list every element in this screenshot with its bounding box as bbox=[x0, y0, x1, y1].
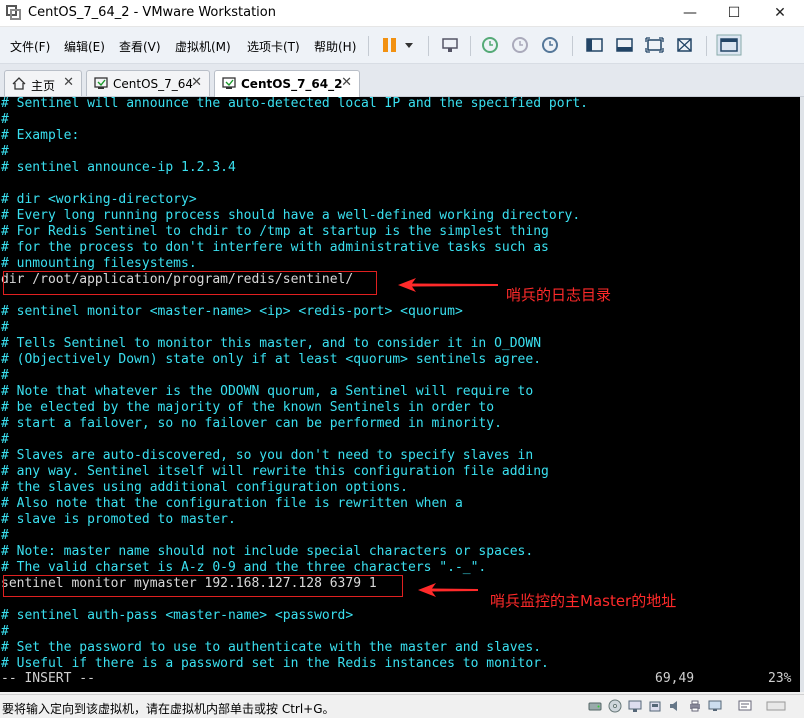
full-screen-icon[interactable] bbox=[644, 35, 666, 55]
file-percent: 23% bbox=[768, 671, 792, 686]
tab-label: 主页 bbox=[31, 79, 56, 93]
terminal-line: # start a failover, so no failover can b… bbox=[1, 416, 502, 431]
message-log-icon[interactable] bbox=[738, 699, 752, 713]
close-tab-icon[interactable]: ✕ bbox=[341, 75, 352, 90]
terminal-line: # For Redis Sentinel to chdir to /tmp at… bbox=[1, 224, 549, 239]
terminal-line: # sentinel auth-pass <master-name> <pass… bbox=[1, 608, 354, 623]
tab-label: CentOS_7_64 bbox=[113, 77, 194, 91]
annotation-monitor: 哨兵监控的主Master的地址 bbox=[490, 592, 677, 610]
menu-edit[interactable]: 编辑(E) bbox=[64, 38, 105, 55]
terminal-line: # Set the password to use to authenticat… bbox=[1, 640, 542, 655]
window-title: CentOS_7_64_2 - VMware Workstation bbox=[28, 5, 276, 20]
tab-bar: 主页 ✕ CentOS_7_64 ✕ CentOS_7_64_2 ✕ bbox=[0, 64, 804, 97]
close-tab-icon[interactable]: ✕ bbox=[63, 75, 74, 90]
unity-icon[interactable] bbox=[674, 35, 696, 55]
terminal-line: # Also note that the configuration file … bbox=[1, 496, 463, 511]
terminal-line: # Note: master name should not include s… bbox=[1, 544, 534, 559]
revert-snapshot-icon[interactable] bbox=[510, 35, 532, 55]
toolbar-separator bbox=[572, 36, 573, 56]
menu-file[interactable]: 文件(F) bbox=[10, 38, 50, 55]
hard-disk-icon[interactable] bbox=[588, 699, 602, 713]
menu-tabs[interactable]: 选项卡(T) bbox=[247, 38, 300, 55]
snapshot-icon[interactable] bbox=[480, 35, 502, 55]
cursor-position: 69,49 bbox=[655, 671, 695, 686]
toolbar-separator bbox=[706, 36, 707, 56]
terminal-line: # unmounting filesystems. bbox=[1, 256, 197, 271]
maximize-button[interactable]: ☐ bbox=[714, 0, 754, 26]
terminal-line: # slave is promoted to master. bbox=[1, 512, 236, 527]
terminal-line: # bbox=[1, 528, 9, 543]
status-indicator-icon bbox=[766, 701, 786, 711]
tab-label: CentOS_7_64_2 bbox=[241, 77, 343, 91]
terminal-line: # Useful if there is a password set in t… bbox=[1, 656, 549, 671]
display-icon[interactable] bbox=[708, 699, 722, 713]
pause-icon[interactable] bbox=[380, 35, 402, 55]
toolbar-separator bbox=[428, 36, 429, 56]
terminal-line: # for the process to don't interfere wit… bbox=[1, 240, 549, 255]
title-bar: CentOS_7_64_2 - VMware Workstation — ☐ ✕ bbox=[0, 0, 804, 27]
toolbar-separator bbox=[368, 36, 369, 56]
power-dropdown-icon[interactable] bbox=[402, 35, 416, 55]
terminal-line: # any way. Sentinel itself will rewrite … bbox=[1, 464, 549, 479]
status-bar: 要将输入定向到该虚拟机，请在虚拟机内部单击或按 Ctrl+G。 bbox=[0, 694, 804, 718]
terminal-line: # Sentinel will announce the auto-detect… bbox=[1, 97, 588, 111]
tab-centos-7-64-2[interactable]: CentOS_7_64_2 ✕ bbox=[214, 70, 360, 97]
annotation-dir: 哨兵的日志目录 bbox=[506, 286, 612, 304]
terminal-line: # Example: bbox=[1, 128, 80, 143]
vm-console[interactable]: # Sentinel will announce the auto-detect… bbox=[0, 97, 800, 692]
minimize-button[interactable]: — bbox=[670, 0, 710, 26]
status-message: 要将输入定向到该虚拟机，请在虚拟机内部单击或按 Ctrl+G。 bbox=[2, 702, 335, 716]
terminal-line: # Slaves are auto-discovered, so you don… bbox=[1, 448, 534, 463]
menu-toolbar: 文件(F) 编辑(E) 查看(V) 虚拟机(M) 选项卡(T) 帮助(H) bbox=[0, 27, 804, 64]
terminal-line: # bbox=[1, 368, 9, 383]
network-adapter-icon[interactable] bbox=[628, 699, 642, 713]
close-button[interactable]: ✕ bbox=[760, 0, 800, 26]
sound-card-icon[interactable] bbox=[668, 699, 682, 713]
printer-icon[interactable] bbox=[688, 699, 702, 713]
toolbar-separator bbox=[470, 36, 471, 56]
tab-home[interactable]: 主页 ✕ bbox=[4, 70, 82, 96]
vim-mode-indicator: -- INSERT -- bbox=[1, 671, 95, 686]
terminal-line: # Tells Sentinel to monitor this master,… bbox=[1, 336, 542, 351]
terminal-line: # be elected by the majority of the know… bbox=[1, 400, 495, 415]
snapshot-manager-icon[interactable] bbox=[540, 35, 562, 55]
terminal-line: # Every long running process should have… bbox=[1, 208, 581, 223]
menu-vm[interactable]: 虚拟机(M) bbox=[175, 38, 231, 55]
arrow-left-icon bbox=[398, 278, 498, 292]
terminal-line: # bbox=[1, 320, 9, 335]
vm-icon bbox=[94, 77, 108, 89]
terminal-line: # sentinel announce-ip 1.2.3.4 bbox=[1, 160, 236, 175]
vmware-logo-icon bbox=[6, 5, 21, 20]
cd-dvd-icon[interactable] bbox=[608, 699, 622, 713]
terminal-line: # sentinel monitor <master-name> <ip> <r… bbox=[1, 304, 463, 319]
arrow-left-icon bbox=[418, 583, 478, 597]
console-right-edge bbox=[800, 97, 804, 692]
terminal-line: # The valid charset is A-z 0-9 and the t… bbox=[1, 560, 487, 575]
send-ctrl-alt-del-icon[interactable] bbox=[440, 35, 462, 55]
menu-help[interactable]: 帮助(H) bbox=[314, 38, 356, 55]
terminal-line: # bbox=[1, 112, 9, 127]
console-view-icon[interactable] bbox=[716, 34, 742, 56]
highlight-box-monitor bbox=[3, 575, 403, 597]
home-icon bbox=[12, 77, 26, 90]
menu-view[interactable]: 查看(V) bbox=[119, 38, 161, 55]
terminal-line: # (Objectively Down) state only if at le… bbox=[1, 352, 542, 367]
tab-centos-7-64[interactable]: CentOS_7_64 ✕ bbox=[86, 70, 210, 96]
usb-icon[interactable] bbox=[648, 699, 662, 713]
close-tab-icon[interactable]: ✕ bbox=[191, 75, 202, 90]
terminal-line: # Note that whatever is the ODOWN quorum… bbox=[1, 384, 534, 399]
terminal-line: # dir <working-directory> bbox=[1, 192, 197, 207]
terminal-line: # bbox=[1, 624, 9, 639]
highlight-box-dir bbox=[3, 271, 377, 295]
vm-icon bbox=[222, 77, 236, 89]
terminal-line: # bbox=[1, 432, 9, 447]
thumbnail-bar-icon[interactable] bbox=[614, 35, 636, 55]
terminal-line: # the slaves using additional configurat… bbox=[1, 480, 408, 495]
terminal-line: # bbox=[1, 144, 9, 159]
show-library-icon[interactable] bbox=[584, 35, 606, 55]
